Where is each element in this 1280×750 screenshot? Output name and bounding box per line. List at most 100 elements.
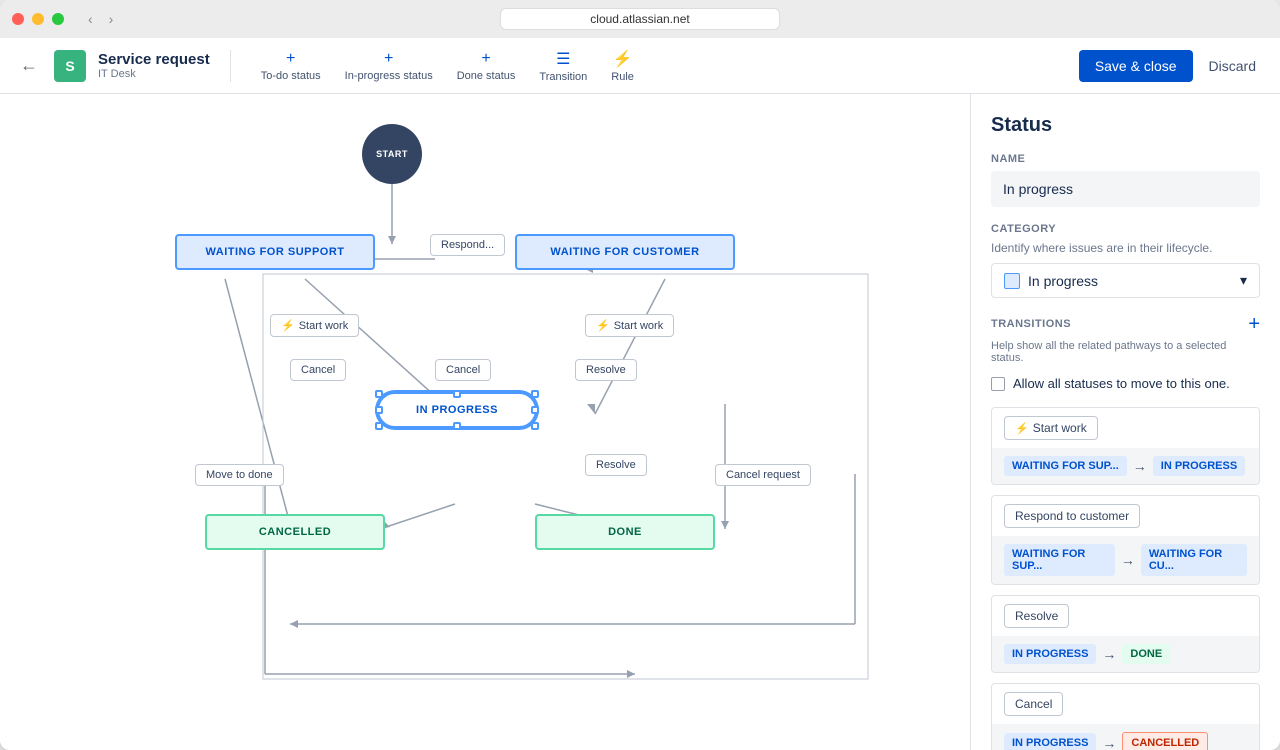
transition-item-2: Respond to customer WAITING FOR SUP... →… — [991, 495, 1260, 585]
move-to-done-transition[interactable]: Move to done — [195, 464, 284, 486]
cancel-left-transition[interactable]: Cancel — [290, 359, 346, 381]
resolve-right-transition[interactable]: Resolve — [585, 454, 647, 476]
app-content: ← S Service request IT Desk + To-do stat… — [0, 38, 1280, 750]
transition-2-flow: WAITING FOR SUP... → WAITING FOR CU... — [992, 536, 1259, 584]
rule-label: Rule — [611, 71, 634, 83]
transition-1-flow: WAITING FOR SUP... → IN PROGRESS — [992, 448, 1259, 484]
cancel-right-transition[interactable]: Cancel — [435, 359, 491, 381]
transition-4-to: CANCELLED — [1122, 732, 1208, 750]
done-icon: + — [481, 50, 490, 68]
arrow-icon-2: → — [1121, 552, 1135, 568]
inprogress-label: In-progress status — [345, 70, 433, 82]
titlebar: ‹ › cloud.atlassian.net — [0, 0, 1280, 38]
back-button[interactable]: ← — [16, 51, 42, 80]
transition-item-4: Cancel IN PROGRESS → CANCELLED — [991, 683, 1260, 750]
transition-item-3: Resolve IN PROGRESS → DONE — [991, 595, 1260, 673]
arrow-icon-1: → — [1133, 458, 1147, 474]
workflow-canvas[interactable]: START WAITING FOR SUPPORT WAITING FOR CU… — [0, 94, 970, 750]
transition-1-name-row: ⚡ Start work — [992, 408, 1259, 448]
category-color-swatch — [1004, 273, 1020, 289]
workflow-diagram: START WAITING FOR SUPPORT WAITING FOR CU… — [95, 114, 875, 694]
main-content: START WAITING FOR SUPPORT WAITING FOR CU… — [0, 94, 1280, 750]
waiting-customer-node[interactable]: WAITING FOR CUSTOMER — [515, 234, 735, 270]
transitions-hint: Help show all the related pathways to a … — [991, 340, 1260, 364]
forward-nav-button[interactable]: › — [105, 9, 118, 29]
project-icon: S — [54, 50, 86, 82]
back-nav-button[interactable]: ‹ — [84, 9, 97, 29]
transition-1-from: WAITING FOR SUP... — [1004, 456, 1127, 476]
respond-transition[interactable]: Respond... — [430, 234, 505, 256]
transition-4-name-button[interactable]: Cancel — [1004, 692, 1063, 716]
header-actions: Save & close Discard — [1079, 50, 1264, 82]
transition-icon: ☰ — [556, 49, 570, 69]
start-work-left-transition[interactable]: ⚡ Start work — [270, 314, 359, 337]
project-info: Service request IT Desk — [98, 51, 210, 80]
transition-1-name-button[interactable]: ⚡ Start work — [1004, 416, 1098, 440]
maximize-button[interactable] — [52, 13, 64, 25]
transition-3-name-row: Resolve — [992, 596, 1259, 636]
cancelled-node[interactable]: CANCELLED — [205, 514, 385, 550]
project-sub: IT Desk — [98, 68, 210, 80]
start-node: START — [362, 124, 422, 184]
done-node[interactable]: DONE — [535, 514, 715, 550]
nav-buttons: ‹ › — [84, 9, 117, 29]
transition-label: Transition — [539, 71, 587, 83]
save-close-button[interactable]: Save & close — [1079, 50, 1193, 82]
category-label: CATEGORY — [991, 223, 1260, 235]
transitions-label: TRANSITIONS — [991, 318, 1071, 330]
toolbar-rule[interactable]: ⚡ Rule — [601, 43, 644, 89]
add-transition-button[interactable]: + — [1248, 314, 1260, 334]
panel-title: Status — [991, 114, 1260, 137]
transition-2-name: Respond to customer — [1015, 509, 1129, 523]
transition-3-from: IN PROGRESS — [1004, 644, 1096, 664]
transition-2-to: WAITING FOR CU... — [1141, 544, 1247, 576]
transition-4-name: Cancel — [1015, 697, 1052, 711]
select-left: In progress — [1004, 273, 1098, 289]
toolbar-done[interactable]: + Done status — [447, 44, 526, 88]
header: ← S Service request IT Desk + To-do stat… — [0, 38, 1280, 94]
start-work-right-transition[interactable]: ⚡ Start work — [585, 314, 674, 337]
name-label: NAME — [991, 153, 1260, 165]
transition-1-name: Start work — [1033, 421, 1087, 435]
transition-3-name-button[interactable]: Resolve — [1004, 604, 1069, 628]
resolve-left-transition[interactable]: Resolve — [575, 359, 637, 381]
category-hint: Identify where issues are in their lifec… — [991, 241, 1260, 255]
toolbar: + To-do status + In-progress status + Do… — [251, 43, 1067, 89]
todo-label: To-do status — [261, 70, 321, 82]
arrow-icon-4: → — [1102, 735, 1116, 750]
close-button[interactable] — [12, 13, 24, 25]
transition-2-from: WAITING FOR SUP... — [1004, 544, 1115, 576]
toolbar-inprogress[interactable]: + In-progress status — [335, 44, 443, 88]
in-progress-node[interactable]: IN PROGRESS — [377, 392, 537, 428]
transition-4-name-row: Cancel — [992, 684, 1259, 724]
transition-item-1: ⚡ Start work WAITING FOR SUP... → IN PRO… — [991, 407, 1260, 485]
minimize-button[interactable] — [32, 13, 44, 25]
name-value: In progress — [991, 171, 1260, 207]
transition-3-flow: IN PROGRESS → DONE — [992, 636, 1259, 672]
arrow-icon-3: → — [1102, 646, 1116, 662]
app-window: ‹ › cloud.atlassian.net ← S Service requ… — [0, 0, 1280, 750]
inprogress-icon: + — [384, 50, 393, 68]
done-label: Done status — [457, 70, 516, 82]
transition-4-from: IN PROGRESS — [1004, 733, 1096, 750]
transition-2-name-button[interactable]: Respond to customer — [1004, 504, 1140, 528]
waiting-support-node[interactable]: WAITING FOR SUPPORT — [175, 234, 375, 270]
cancel-request-transition[interactable]: Cancel request — [715, 464, 811, 486]
toolbar-transition[interactable]: ☰ Transition — [529, 43, 597, 89]
transition-1-to: IN PROGRESS — [1153, 456, 1245, 476]
url-bar[interactable]: cloud.atlassian.net — [500, 8, 780, 30]
rule-icon: ⚡ — [613, 49, 633, 69]
transitions-header: TRANSITIONS + — [991, 314, 1260, 334]
header-divider — [230, 50, 231, 82]
toolbar-todo[interactable]: + To-do status — [251, 44, 331, 88]
chevron-down-icon: ▾ — [1240, 272, 1247, 289]
discard-button[interactable]: Discard — [1201, 50, 1264, 82]
transition-4-flow: IN PROGRESS → CANCELLED — [992, 724, 1259, 750]
transition-3-to: DONE — [1122, 644, 1170, 664]
allow-all-row: Allow all statuses to move to this one. — [991, 376, 1260, 391]
transition-3-name: Resolve — [1015, 609, 1058, 623]
allow-all-checkbox[interactable] — [991, 377, 1005, 391]
category-select[interactable]: In progress ▾ — [991, 263, 1260, 298]
category-value: In progress — [1028, 273, 1098, 289]
transition-2-name-row: Respond to customer — [992, 496, 1259, 536]
